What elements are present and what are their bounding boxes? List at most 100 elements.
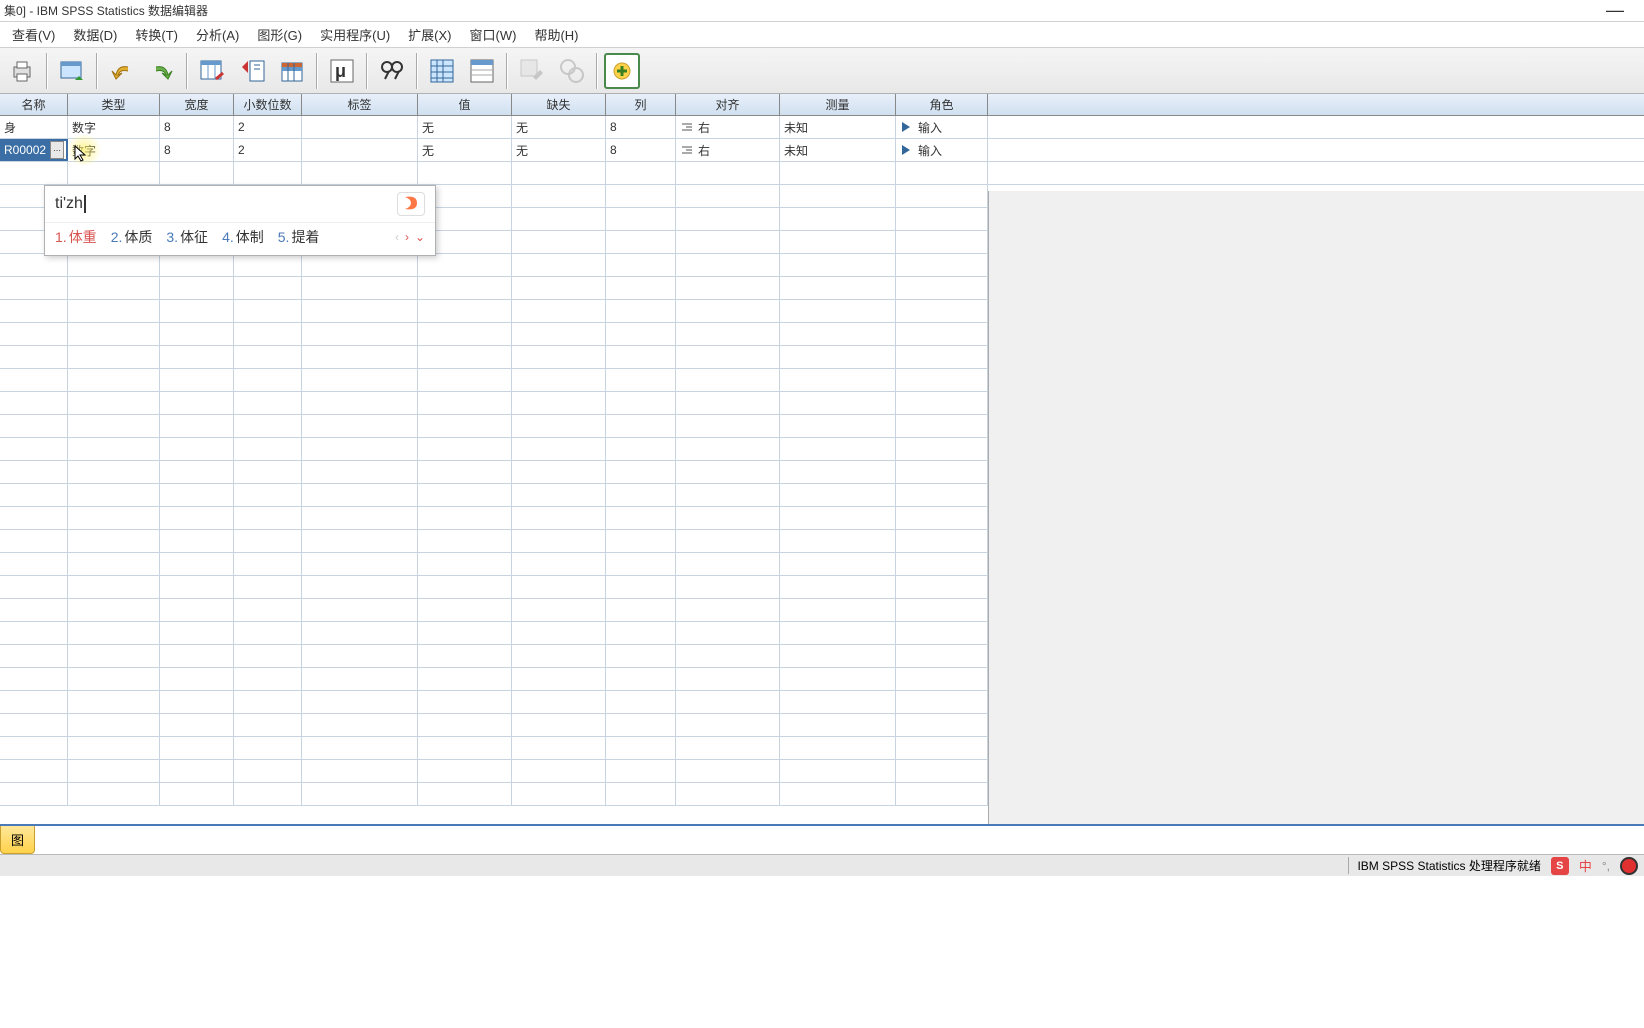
select-cases-button bbox=[514, 53, 550, 89]
cell-decimals[interactable]: 2 bbox=[234, 139, 302, 161]
cell-type[interactable]: 数字 bbox=[68, 116, 160, 138]
tab-variable-view[interactable]: 图 bbox=[0, 826, 35, 854]
toolbar-separator bbox=[316, 53, 318, 89]
header-columns[interactable]: 列 bbox=[606, 94, 676, 115]
toolbar-separator bbox=[596, 53, 598, 89]
value-labels-button bbox=[554, 53, 590, 89]
cell-decimals[interactable]: 2 bbox=[234, 116, 302, 138]
data-view-button[interactable] bbox=[194, 53, 230, 89]
window-title: 集0] - IBM SPSS Statistics 数据编辑器 bbox=[4, 2, 208, 19]
cell-missing[interactable]: 无 bbox=[512, 116, 606, 138]
ime-candidate[interactable]: 3.体征 bbox=[166, 227, 208, 247]
header-type[interactable]: 类型 bbox=[68, 94, 160, 115]
grid-header-row: 名称 类型 宽度 小数位数 标签 值 缺失 列 对齐 测量 角色 bbox=[0, 94, 1644, 116]
input-role-icon bbox=[900, 143, 914, 157]
ime-prev-icon[interactable]: ‹ bbox=[395, 230, 399, 244]
cell-align[interactable]: 右 bbox=[676, 139, 780, 161]
menu-window[interactable]: 窗口(W) bbox=[470, 25, 517, 44]
ime-expand-icon[interactable]: ⌄ bbox=[415, 230, 425, 244]
ime-nav: ‹ › ⌄ bbox=[395, 230, 425, 244]
name-input[interactable] bbox=[2, 141, 50, 159]
menu-data[interactable]: 数据(D) bbox=[73, 25, 117, 44]
cell-align[interactable]: 右 bbox=[676, 116, 780, 138]
title-bar: 集0] - IBM SPSS Statistics 数据编辑器 — bbox=[0, 0, 1644, 22]
header-align[interactable]: 对齐 bbox=[676, 94, 780, 115]
print-button[interactable] bbox=[4, 53, 40, 89]
variable-row: ⋯ 数字 8 2 无 无 8 右 未知 输入 bbox=[0, 139, 1644, 162]
ime-candidate[interactable]: 1.体重 bbox=[55, 227, 97, 247]
toolbar-separator bbox=[366, 53, 368, 89]
header-decimals[interactable]: 小数位数 bbox=[234, 94, 302, 115]
menu-view[interactable]: 查看(V) bbox=[12, 25, 55, 44]
cell-name[interactable]: 身 bbox=[0, 116, 68, 138]
cell-measure[interactable]: 未知 bbox=[780, 139, 896, 161]
find-button[interactable] bbox=[374, 53, 410, 89]
cell-values[interactable]: 无 bbox=[418, 116, 512, 138]
header-label[interactable]: 标签 bbox=[302, 94, 418, 115]
ime-language-indicator[interactable]: 中 bbox=[1579, 856, 1592, 875]
cell-type[interactable]: 数字 bbox=[68, 139, 160, 161]
variable-row: 身 数字 8 2 无 无 8 右 未知 输入 bbox=[0, 116, 1644, 139]
menu-bar: 查看(V) 数据(D) 转换(T) 分析(A) 图形(G) 实用程序(U) 扩展… bbox=[0, 22, 1644, 48]
menu-help[interactable]: 帮助(H) bbox=[534, 25, 578, 44]
insert-cases-button[interactable] bbox=[274, 53, 310, 89]
grid-empty-area bbox=[988, 191, 1644, 834]
cell-values[interactable]: 无 bbox=[418, 139, 512, 161]
header-role[interactable]: 角色 bbox=[896, 94, 988, 115]
toolbar-separator bbox=[416, 53, 418, 89]
cell-role[interactable]: 输入 bbox=[896, 139, 988, 161]
align-right-icon bbox=[680, 122, 694, 132]
header-name[interactable]: 名称 bbox=[0, 94, 68, 115]
split-file-button[interactable] bbox=[424, 53, 460, 89]
menu-extend[interactable]: 扩展(X) bbox=[408, 25, 451, 44]
menu-transform[interactable]: 转换(T) bbox=[135, 25, 178, 44]
cell-columns[interactable]: 8 bbox=[606, 139, 676, 161]
status-bar: IBM SPSS Statistics 处理程序就绪 S 中 °, bbox=[0, 854, 1644, 876]
cell-missing[interactable]: 无 bbox=[512, 139, 606, 161]
empty-row[interactable] bbox=[0, 162, 1644, 185]
toolbar-separator bbox=[506, 53, 508, 89]
ime-next-icon[interactable]: › bbox=[405, 230, 409, 244]
cell-role[interactable]: 输入 bbox=[896, 116, 988, 138]
goto-variable-button[interactable] bbox=[54, 53, 90, 89]
header-missing[interactable]: 缺失 bbox=[512, 94, 606, 115]
undo-button[interactable] bbox=[104, 53, 140, 89]
menu-graphs[interactable]: 图形(G) bbox=[257, 25, 302, 44]
sogou-ime-icon[interactable]: S bbox=[1551, 857, 1569, 875]
header-measure[interactable]: 测量 bbox=[780, 94, 896, 115]
toolbar-separator bbox=[96, 53, 98, 89]
ime-candidate[interactable]: 4.体制 bbox=[222, 227, 264, 247]
cell-name-editing[interactable]: ⋯ bbox=[0, 139, 68, 161]
redo-button[interactable] bbox=[144, 53, 180, 89]
cell-label[interactable] bbox=[302, 139, 418, 161]
header-width[interactable]: 宽度 bbox=[160, 94, 234, 115]
ime-candidate-row: 1.体重 2.体质 3.体征 4.体制 5.提着 ‹ › ⌄ bbox=[45, 222, 435, 255]
cell-picker-button[interactable]: ⋯ bbox=[50, 141, 64, 159]
record-icon[interactable] bbox=[1620, 857, 1638, 875]
compute-button[interactable] bbox=[234, 53, 270, 89]
ime-composition-text: ti'zh bbox=[55, 195, 86, 213]
toolbar: μ bbox=[0, 48, 1644, 94]
ime-candidate[interactable]: 2.体质 bbox=[111, 227, 153, 247]
ime-punct-icon[interactable]: °, bbox=[1602, 859, 1610, 873]
cell-width[interactable]: 8 bbox=[160, 116, 234, 138]
variables-button[interactable]: μ bbox=[324, 53, 360, 89]
minimize-button[interactable]: — bbox=[1606, 0, 1624, 21]
status-ready-text: IBM SPSS Statistics 处理程序就绪 bbox=[1348, 857, 1540, 874]
cell-columns[interactable]: 8 bbox=[606, 116, 676, 138]
sogou-logo-icon bbox=[397, 192, 425, 216]
menu-utilities[interactable]: 实用程序(U) bbox=[320, 25, 390, 44]
menu-analyze[interactable]: 分析(A) bbox=[196, 25, 239, 44]
cell-measure[interactable]: 未知 bbox=[780, 116, 896, 138]
align-right-icon bbox=[680, 145, 694, 155]
use-sets-button[interactable] bbox=[604, 53, 640, 89]
ime-candidate[interactable]: 5.提着 bbox=[278, 227, 320, 247]
ime-input-row: ti'zh bbox=[45, 186, 435, 222]
header-values[interactable]: 值 bbox=[418, 94, 512, 115]
toolbar-separator bbox=[186, 53, 188, 89]
cell-width[interactable]: 8 bbox=[160, 139, 234, 161]
cell-label[interactable] bbox=[302, 116, 418, 138]
weight-cases-button[interactable] bbox=[464, 53, 500, 89]
svg-text:μ: μ bbox=[335, 61, 346, 81]
ime-popup: ti'zh 1.体重 2.体质 3.体征 4.体制 5.提着 ‹ › ⌄ bbox=[44, 185, 436, 256]
